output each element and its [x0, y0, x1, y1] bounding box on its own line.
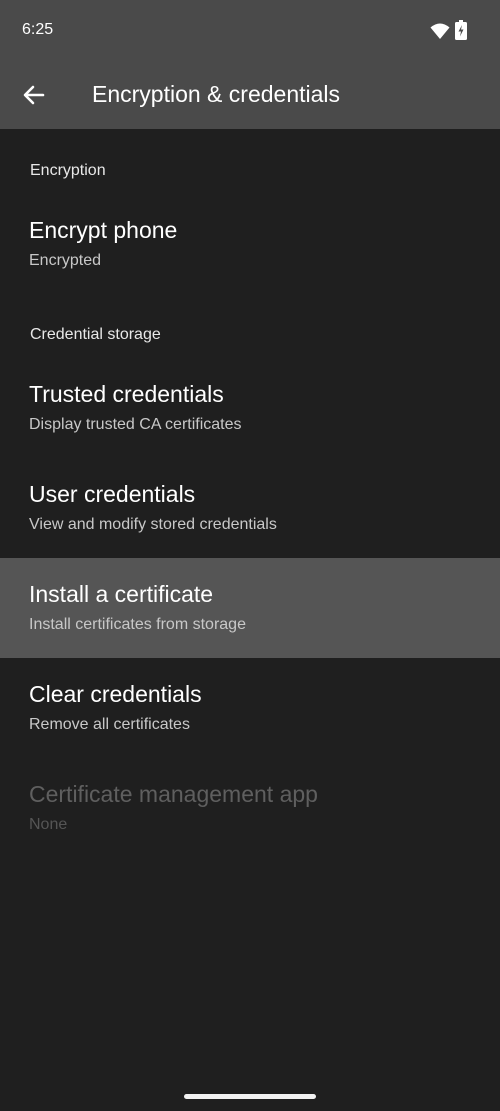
trusted-credentials-item[interactable]: Trusted credentials Display trusted CA c… [0, 358, 500, 458]
home-gesture-bar[interactable] [184, 1094, 316, 1099]
item-title: Encrypt phone [29, 217, 178, 243]
item-title: User credentials [29, 481, 196, 507]
item-title: Clear credentials [29, 681, 202, 707]
item-subtitle: View and modify stored credentials [29, 516, 277, 533]
item-subtitle: Remove all certificates [29, 716, 190, 733]
arrow-back-icon[interactable] [18, 80, 50, 110]
page-title: Encryption & credentials [92, 81, 341, 107]
item-subtitle: Display trusted CA certificates [29, 416, 242, 433]
battery-charging-icon [455, 20, 467, 45]
item-subtitle: Install certificates from storage [29, 616, 246, 633]
item-subtitle: Encrypted [29, 252, 102, 269]
user-credentials-item[interactable]: User credentials View and modify stored … [0, 458, 500, 558]
certificate-management-app-item: Certificate management app None [0, 758, 500, 858]
item-subtitle: None [29, 816, 68, 833]
item-title: Install a certificate [29, 581, 214, 607]
app-bar: Encryption & credentials [0, 60, 500, 129]
clear-credentials-item[interactable]: Clear credentials Remove all certificate… [0, 658, 500, 758]
item-title: Certificate management app [29, 781, 318, 807]
wifi-icon [430, 22, 450, 45]
install-certificate-item[interactable]: Install a certificate Install certificat… [0, 558, 500, 658]
item-title: Trusted credentials [29, 381, 224, 407]
status-time: 6:25 [22, 21, 54, 38]
encrypt-phone-item[interactable]: Encrypt phone Encrypted [0, 194, 500, 294]
section-header-credential-storage: Credential storage [30, 326, 161, 343]
section-header-encryption: Encryption [30, 162, 106, 179]
status-bar: 6:25 [0, 0, 500, 60]
